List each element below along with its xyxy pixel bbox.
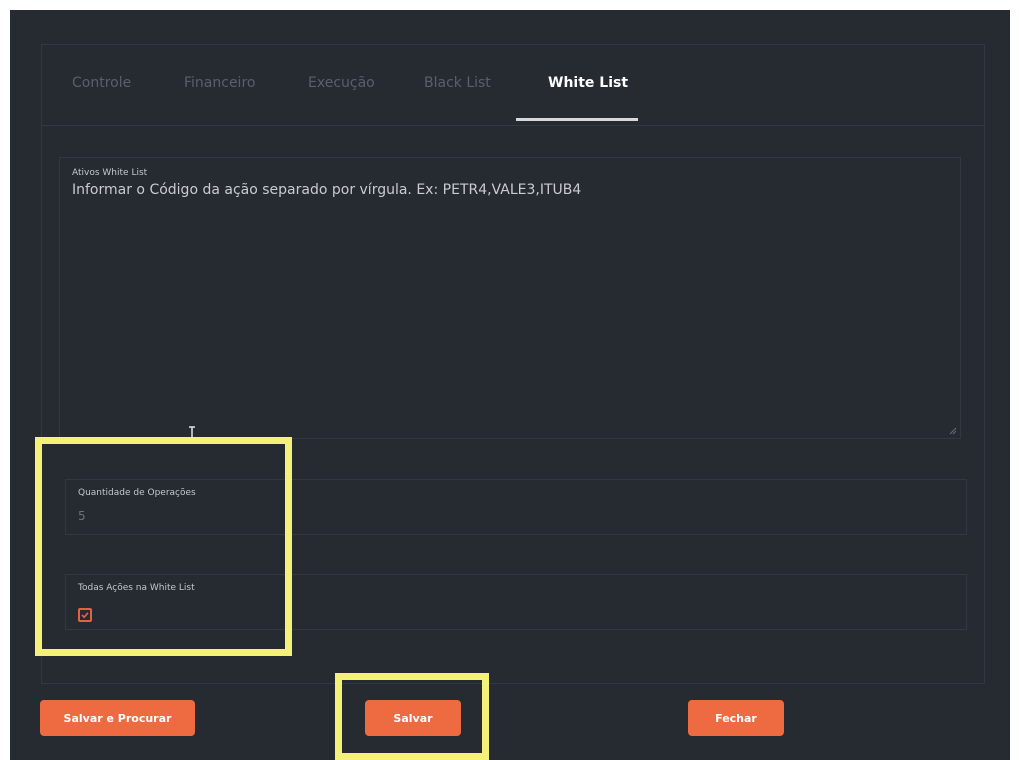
salvar-e-procurar-button[interactable]: Salvar e Procurar [40, 700, 195, 736]
tab-execucao[interactable]: Execução [308, 75, 375, 91]
todas-acoes-field: Todas Ações na White List [65, 574, 967, 630]
resize-grip-icon[interactable] [949, 427, 957, 435]
todas-acoes-checkbox[interactable] [78, 608, 92, 622]
white-list-textarea[interactable]: Ativos White List Informar o Código da a… [59, 157, 961, 439]
quantidade-operacoes-field[interactable]: Quantidade de Operações 5 [65, 479, 967, 535]
tab-financeiro[interactable]: Financeiro [184, 75, 255, 91]
quantidade-operacoes-value: 5 [78, 509, 86, 523]
salvar-button[interactable]: Salvar [365, 700, 461, 736]
tab-controle[interactable]: Controle [72, 75, 131, 91]
tab-bar: Controle Financeiro Execução Black List … [42, 45, 984, 126]
checkmark-icon [81, 612, 89, 619]
settings-dialog: Controle Financeiro Execução Black List … [10, 10, 1010, 760]
active-tab-indicator [516, 118, 638, 121]
tab-white-list[interactable]: White List [548, 75, 628, 91]
todas-acoes-label: Todas Ações na White List [78, 583, 195, 593]
quantidade-operacoes-label: Quantidade de Operações [78, 488, 196, 498]
white-list-label: Ativos White List [72, 168, 148, 178]
fechar-button[interactable]: Fechar [688, 700, 784, 736]
white-list-placeholder: Informar o Código da ação separado por v… [72, 182, 582, 198]
tab-black-list[interactable]: Black List [424, 75, 491, 91]
text-cursor-icon [189, 426, 195, 444]
